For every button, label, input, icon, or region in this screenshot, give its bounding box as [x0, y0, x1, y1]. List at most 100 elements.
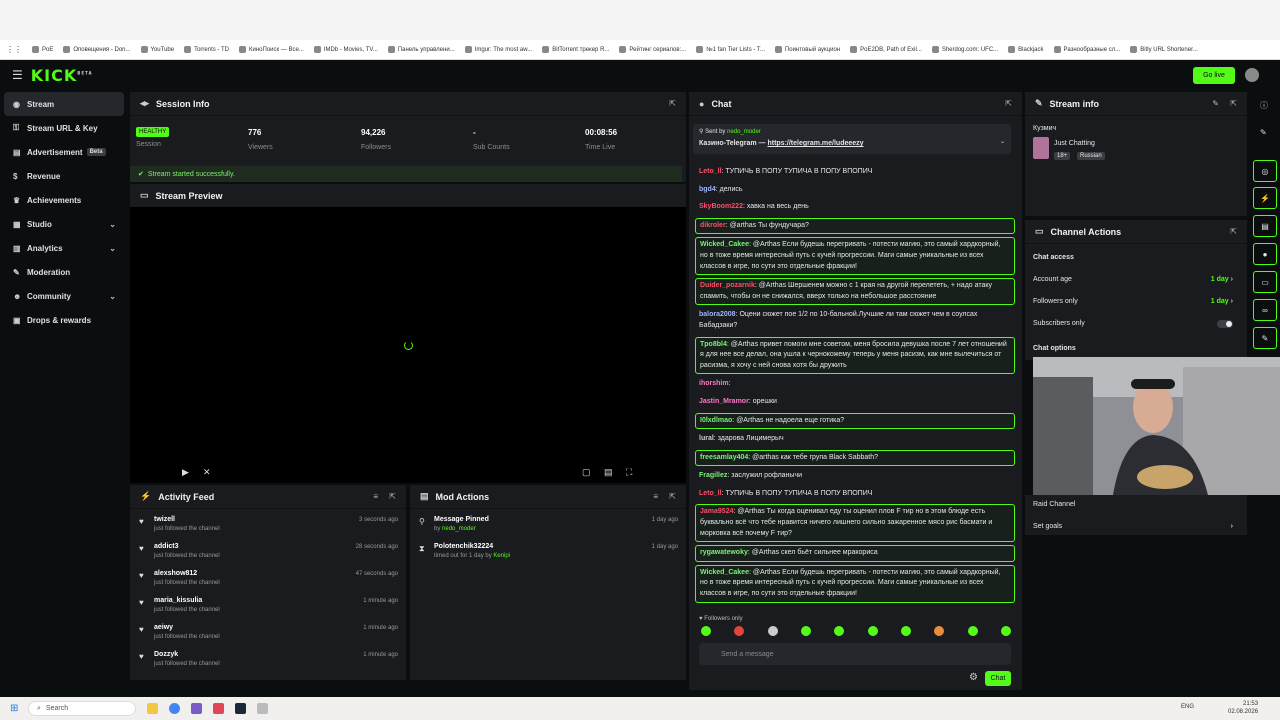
steam-icon[interactable]	[235, 703, 246, 714]
chat-username[interactable]: Wicked_Cakee	[700, 241, 749, 248]
rail-button[interactable]: ●	[1253, 243, 1277, 265]
popout-icon[interactable]: ⇱	[669, 99, 676, 108]
chat-username[interactable]: Wicked_Cakee	[700, 569, 749, 576]
app-icon[interactable]	[213, 703, 224, 714]
bookmark-item[interactable]: №1 fan Tier Lists - T...	[696, 46, 765, 53]
chat-message[interactable]: Fragillez: заслужил рофланычи	[695, 469, 1015, 484]
chat-message[interactable]: Tpo8bl4: @Arthas привет помоги мне совет…	[695, 336, 1015, 375]
chat-message[interactable]: dikroler: @arthas Ты фундучара?	[695, 217, 1015, 235]
sidebar-item-analytics[interactable]: ▥ Analytics ⌄	[0, 236, 128, 260]
chat-username[interactable]: Jama9524	[700, 508, 733, 515]
chat-message[interactable]: balora2008: Оцени сюжет пое 1/2 по 10-ба…	[695, 308, 1015, 333]
sidebar-item-advertisement[interactable]: ▤ Advertisement Beta	[0, 140, 128, 164]
emote-icon[interactable]	[967, 626, 978, 636]
sidebar-item-moderation[interactable]: ✎ Moderation	[0, 260, 128, 284]
rail-button[interactable]: ▭	[1253, 271, 1277, 293]
video-player[interactable]: ▶ ✕ ▢ ▤ ⛶	[130, 207, 686, 483]
chat-username[interactable]: Jastin_Mramor	[699, 398, 749, 405]
bookmark-item[interactable]: IMDb - Movies, TV...	[313, 46, 378, 53]
followers-only-row[interactable]: Followers only 1 day ›	[1033, 298, 1243, 305]
emote-icon[interactable]	[701, 626, 711, 636]
bookmark-item[interactable]: Панель управлени...	[387, 46, 455, 53]
taskbar-search[interactable]: ⌕ Search	[28, 701, 136, 716]
chat-message[interactable]: Wicked_Cakee: @Arthas Если будешь перегр…	[695, 237, 1015, 276]
bookmark-item[interactable]: Blackjack	[1008, 46, 1044, 53]
chat-username[interactable]: rygawatewoky	[700, 549, 748, 556]
mute-icon[interactable]: ✕	[203, 467, 211, 478]
sidebar-item-studio[interactable]: ▦ Studio ⌄	[0, 212, 128, 236]
chat-message[interactable]: Duider_pozarnik: @Arthas Шершенем можно …	[695, 278, 1015, 306]
popout-icon[interactable]: ⇱	[1005, 99, 1012, 108]
chat-username[interactable]: balora2008	[699, 311, 736, 318]
bookmark-item[interactable]: Imgur: The most aw...	[464, 46, 532, 53]
chat-username[interactable]: dikroler	[700, 222, 726, 229]
chevron-down-icon[interactable]: ⌄	[1000, 138, 1005, 145]
bookmark-item[interactable]: Оповещения - Don...	[63, 46, 131, 53]
chat-message[interactable]: Wicked_Cakee: @Arthas Если будешь перегр…	[695, 564, 1015, 603]
chat-username[interactable]: I0lxdlmao	[700, 417, 732, 424]
emote-icon[interactable]	[867, 626, 878, 636]
emote-icon[interactable]	[800, 626, 811, 636]
bookmark-item[interactable]: PoE	[32, 46, 53, 53]
chat-message[interactable]: Leto_ll: ТУПИЧЬ В ПОПУ ТУПИЧА В ПОПУ ВПО…	[695, 165, 1015, 180]
raid-channel-row[interactable]: Raid Channel	[1033, 501, 1243, 508]
emote-icon[interactable]	[734, 626, 745, 636]
bookmark-item[interactable]: PoE2DB, Path of Exil...	[850, 46, 922, 53]
send-chat-button[interactable]: Chat	[985, 671, 1011, 686]
sidebar-item-community[interactable]: ☻ Community ⌄	[0, 284, 128, 308]
clock[interactable]: 21:53 02.08.2026	[1228, 700, 1258, 716]
chat-username[interactable]: Leto_ll	[699, 168, 722, 175]
bookmark-item[interactable]: YouTube	[140, 46, 174, 53]
app-icon[interactable]	[257, 703, 268, 714]
folder-icon[interactable]	[147, 703, 158, 714]
popout-icon[interactable]: ⇱	[1230, 99, 1237, 108]
edit-icon[interactable]: ✎	[1212, 99, 1219, 108]
rail-button[interactable]: ⚡	[1253, 187, 1277, 209]
bookmark-item[interactable]: Поинтовый аукцион	[774, 46, 840, 53]
sidebar-item-drops[interactable]: ▣ Drops & rewards	[0, 308, 128, 332]
rail-button[interactable]: ▤	[1253, 215, 1277, 237]
chat-message[interactable]: Jastin_Mramor: орешки	[695, 395, 1015, 410]
bookmark-item[interactable]: Bitly URL Shortener...	[1130, 46, 1198, 53]
emote-icon[interactable]	[834, 626, 845, 636]
subscribers-only-row[interactable]: Subscribers only	[1033, 320, 1243, 328]
emote-icon[interactable]	[934, 626, 945, 636]
windows-start-icon[interactable]: ⊞	[10, 703, 18, 714]
chat-message[interactable]: freesamlay404: @arthas как тебе група Bl…	[695, 449, 1015, 467]
set-goals-row[interactable]: Set goals ›	[1033, 523, 1243, 530]
chat-username[interactable]: Leto_ll	[699, 490, 722, 497]
chat-username[interactable]: Tpo8bl4	[700, 341, 727, 348]
chat-message[interactable]: bgd4: делись	[695, 183, 1015, 198]
filter-icon[interactable]: ≡	[373, 492, 378, 501]
bookmark-item[interactable]: BitTorrent трекер R...	[542, 46, 609, 53]
fullscreen-icon[interactable]: ⛶	[626, 467, 632, 478]
bookmark-item[interactable]: Torrents - TD	[184, 46, 229, 53]
subscribers-only-toggle[interactable]	[1217, 320, 1233, 328]
chat-input[interactable]: Send a message	[699, 643, 1011, 665]
chat-message[interactable]: ihorshim:	[695, 377, 1015, 392]
emote-icon[interactable]	[1000, 626, 1011, 636]
sidebar-item-stream-url[interactable]: ⚿ Stream URL & Key	[0, 116, 128, 140]
rail-button[interactable]: ◎	[1253, 160, 1277, 182]
apps-grid-icon[interactable]: ⋮⋮	[6, 45, 22, 54]
pip-icon[interactable]: ▤	[604, 467, 613, 478]
chat-username[interactable]: SkyBoom222	[699, 203, 743, 210]
filter-icon[interactable]: ≡	[653, 492, 658, 501]
language-indicator[interactable]: ENG	[1181, 704, 1194, 710]
theater-icon[interactable]: ▢	[582, 467, 591, 478]
chat-username[interactable]: Fragillez	[699, 472, 727, 479]
info-icon[interactable]: ⓘ	[1260, 100, 1268, 111]
chat-username[interactable]: Duider_pozarnik	[700, 282, 755, 289]
chat-message[interactable]: lural: здарова Лицимерыч	[695, 432, 1015, 447]
chat-message[interactable]: Jama9524: @Arthas Ты когда оценивал еду …	[695, 504, 1015, 543]
bookmark-item[interactable]: Разнообразные сл...	[1053, 46, 1120, 53]
account-age-row[interactable]: Account age 1 day ›	[1033, 276, 1243, 283]
emote-icon[interactable]	[900, 626, 911, 636]
discord-icon[interactable]	[191, 703, 202, 714]
sidebar-item-revenue[interactable]: $ Revenue	[0, 164, 128, 188]
popout-icon[interactable]: ⇱	[389, 492, 396, 501]
pinned-message[interactable]: ⚲ Sent by nedo_moder Казино-Telegram — h…	[693, 124, 1011, 154]
category-name[interactable]: Just Chatting	[1054, 140, 1095, 147]
go-live-button[interactable]: Go live	[1193, 67, 1235, 84]
sidebar-item-achievements[interactable]: ♛ Achievements	[0, 188, 128, 212]
